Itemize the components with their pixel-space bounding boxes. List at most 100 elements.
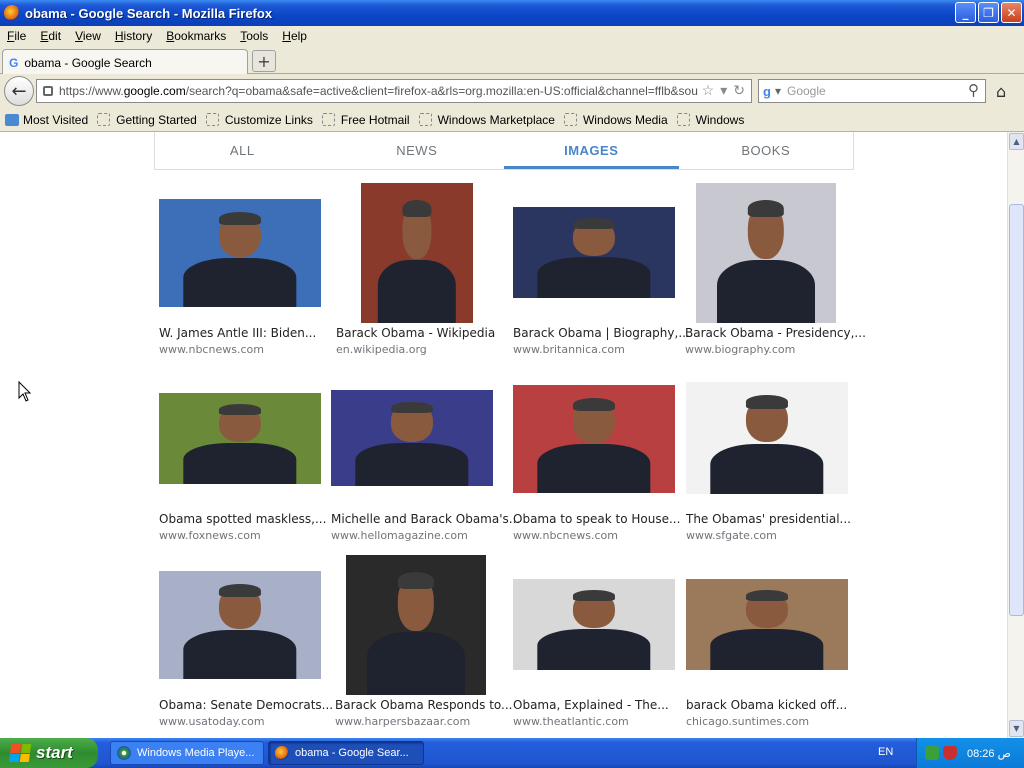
result-title[interactable]: barack Obama kicked off...: [686, 698, 847, 712]
bookmark-label: Most Visited: [23, 112, 89, 127]
result-image[interactable]: [361, 183, 473, 323]
search-placeholder: Google: [786, 84, 826, 98]
browser-tab[interactable]: G obama - Google Search: [2, 49, 248, 75]
firefox-icon: [275, 746, 289, 760]
scroll-up-icon[interactable]: ▲: [1009, 133, 1024, 150]
result-source[interactable]: www.nbcnews.com: [159, 343, 264, 356]
bookmark-page-icon: [205, 113, 219, 126]
menu-history[interactable]: History: [108, 29, 159, 43]
result-source[interactable]: www.biography.com: [685, 343, 795, 356]
start-label: start: [36, 743, 73, 762]
bookmark-page-icon: [563, 113, 577, 126]
result-image[interactable]: [331, 390, 493, 486]
reload-icon[interactable]: ↻: [733, 82, 745, 99]
search-icon[interactable]: ⚲: [968, 81, 979, 99]
result-source[interactable]: www.sfgate.com: [686, 529, 777, 542]
tab-news[interactable]: NEWS: [330, 132, 505, 169]
result-image[interactable]: [513, 579, 675, 670]
bookmark-getting-started[interactable]: Getting Started: [97, 113, 197, 127]
scrollbar-thumb[interactable]: [1009, 204, 1024, 616]
result-source[interactable]: www.nbcnews.com: [513, 529, 618, 542]
bookmark-page-icon: [418, 113, 432, 126]
result-source[interactable]: www.harpersbazaar.com: [335, 715, 470, 728]
network-icon[interactable]: [925, 746, 939, 760]
result-image[interactable]: [513, 207, 675, 298]
bookmark-windows-marketplace[interactable]: Windows Marketplace: [418, 112, 555, 127]
result-source[interactable]: www.usatoday.com: [159, 715, 265, 728]
dropdown-icon[interactable]: ▾: [720, 82, 727, 99]
close-button[interactable]: ✕: [1001, 2, 1022, 23]
tab-books[interactable]: BOOKS: [679, 132, 854, 169]
result-title[interactable]: W. James Antle III: Biden...: [159, 326, 316, 340]
new-tab-button[interactable]: +: [252, 50, 276, 72]
windows-logo-icon: [8, 744, 32, 762]
result-image[interactable]: [686, 579, 848, 670]
most-visited-icon: [5, 113, 19, 126]
bookmark-free-hotmail[interactable]: Free Hotmail: [321, 112, 410, 127]
minimize-button[interactable]: _: [955, 2, 976, 23]
browser-tab-label: obama - Google Search: [24, 55, 152, 70]
result-source[interactable]: www.foxnews.com: [159, 529, 261, 542]
result-source[interactable]: www.theatlantic.com: [513, 715, 629, 728]
result-title[interactable]: Obama, Explained - The...: [513, 698, 669, 712]
scroll-down-icon[interactable]: ▼: [1009, 720, 1024, 737]
vertical-scrollbar[interactable]: ▲ ▼: [1007, 132, 1024, 738]
result-source[interactable]: chicago.suntimes.com: [686, 715, 809, 728]
search-bar[interactable]: g ▾ Google ⚲: [758, 79, 986, 103]
bookmark-page-icon: [97, 113, 111, 126]
result-title[interactable]: Michelle and Barack Obama's...: [331, 512, 520, 526]
result-image[interactable]: [159, 199, 321, 307]
menu-bookmarks[interactable]: Bookmarks: [159, 29, 233, 43]
result-image[interactable]: [159, 571, 321, 679]
start-button[interactable]: start: [0, 738, 98, 768]
bookmark-windows[interactable]: Windows: [676, 113, 744, 127]
result-image[interactable]: [159, 393, 321, 484]
bookmark-label: Free Hotmail: [340, 112, 410, 127]
result-title[interactable]: Barack Obama - Presidency,...: [685, 326, 866, 340]
bookmark-customize-links[interactable]: Customize Links: [205, 112, 313, 127]
mouse-cursor-icon: [18, 381, 32, 402]
window-title: obama - Google Search - Mozilla Firefox: [25, 5, 273, 21]
taskbar-item-label: obama - Google Sear...: [295, 747, 409, 759]
bookmark-windows-media[interactable]: Windows Media: [563, 112, 668, 127]
google-search-engine-icon[interactable]: g: [763, 84, 771, 99]
menu-view[interactable]: View: [68, 29, 108, 43]
taskbar-item-media-player[interactable]: Windows Media Playe...: [110, 741, 264, 765]
result-title[interactable]: Obama to speak to House...: [513, 512, 680, 526]
bookmark-most-visited[interactable]: Most Visited: [5, 113, 88, 127]
result-title[interactable]: Obama spotted maskless,...: [159, 512, 326, 526]
back-button[interactable]: ←: [4, 76, 34, 106]
result-image[interactable]: [346, 555, 486, 695]
tab-all[interactable]: ALL: [155, 132, 330, 169]
menu-file[interactable]: File: [0, 29, 33, 43]
language-indicator[interactable]: EN: [878, 746, 893, 758]
result-title[interactable]: Barack Obama - Wikipedia: [336, 326, 495, 340]
result-image[interactable]: [696, 183, 836, 323]
taskbar: start Windows Media Playe... obama - Goo…: [0, 738, 1024, 768]
result-image[interactable]: [686, 382, 848, 494]
bookmark-label: Customize Links: [224, 112, 313, 127]
search-engine-dropdown-icon[interactable]: ▾: [775, 84, 781, 98]
tab-images[interactable]: IMAGES: [504, 132, 679, 169]
bookmark-page-icon: [676, 113, 690, 126]
result-source[interactable]: en.wikipedia.org: [336, 343, 427, 356]
result-title[interactable]: Barack Obama Responds to...: [335, 698, 512, 712]
url-bar[interactable]: https://www. google.com/search?q=obama&sa…: [36, 79, 752, 103]
maximize-button[interactable]: ❐: [978, 2, 999, 23]
taskbar-item-firefox[interactable]: obama - Google Sear...: [268, 741, 424, 765]
menu-help[interactable]: Help: [275, 29, 314, 43]
result-title[interactable]: Barack Obama | Biography,...: [513, 326, 690, 340]
menu-tools[interactable]: Tools: [233, 29, 275, 43]
result-image[interactable]: [513, 385, 675, 493]
search-type-tabs: ALL NEWS IMAGES BOOKS: [154, 132, 854, 170]
bookmark-label: Windows Marketplace: [437, 112, 555, 127]
result-source[interactable]: www.britannica.com: [513, 343, 625, 356]
result-title[interactable]: The Obamas' presidential...: [686, 512, 851, 526]
result-source[interactable]: www.hellomagazine.com: [331, 529, 468, 542]
security-shield-icon[interactable]: [943, 746, 957, 760]
result-title[interactable]: Obama: Senate Democrats...: [159, 698, 333, 712]
bookmark-label: Windows Media: [582, 112, 668, 127]
home-icon[interactable]: ⌂: [996, 82, 1006, 101]
menu-edit[interactable]: Edit: [33, 29, 68, 43]
bookmark-star-icon[interactable]: ☆: [702, 82, 715, 99]
